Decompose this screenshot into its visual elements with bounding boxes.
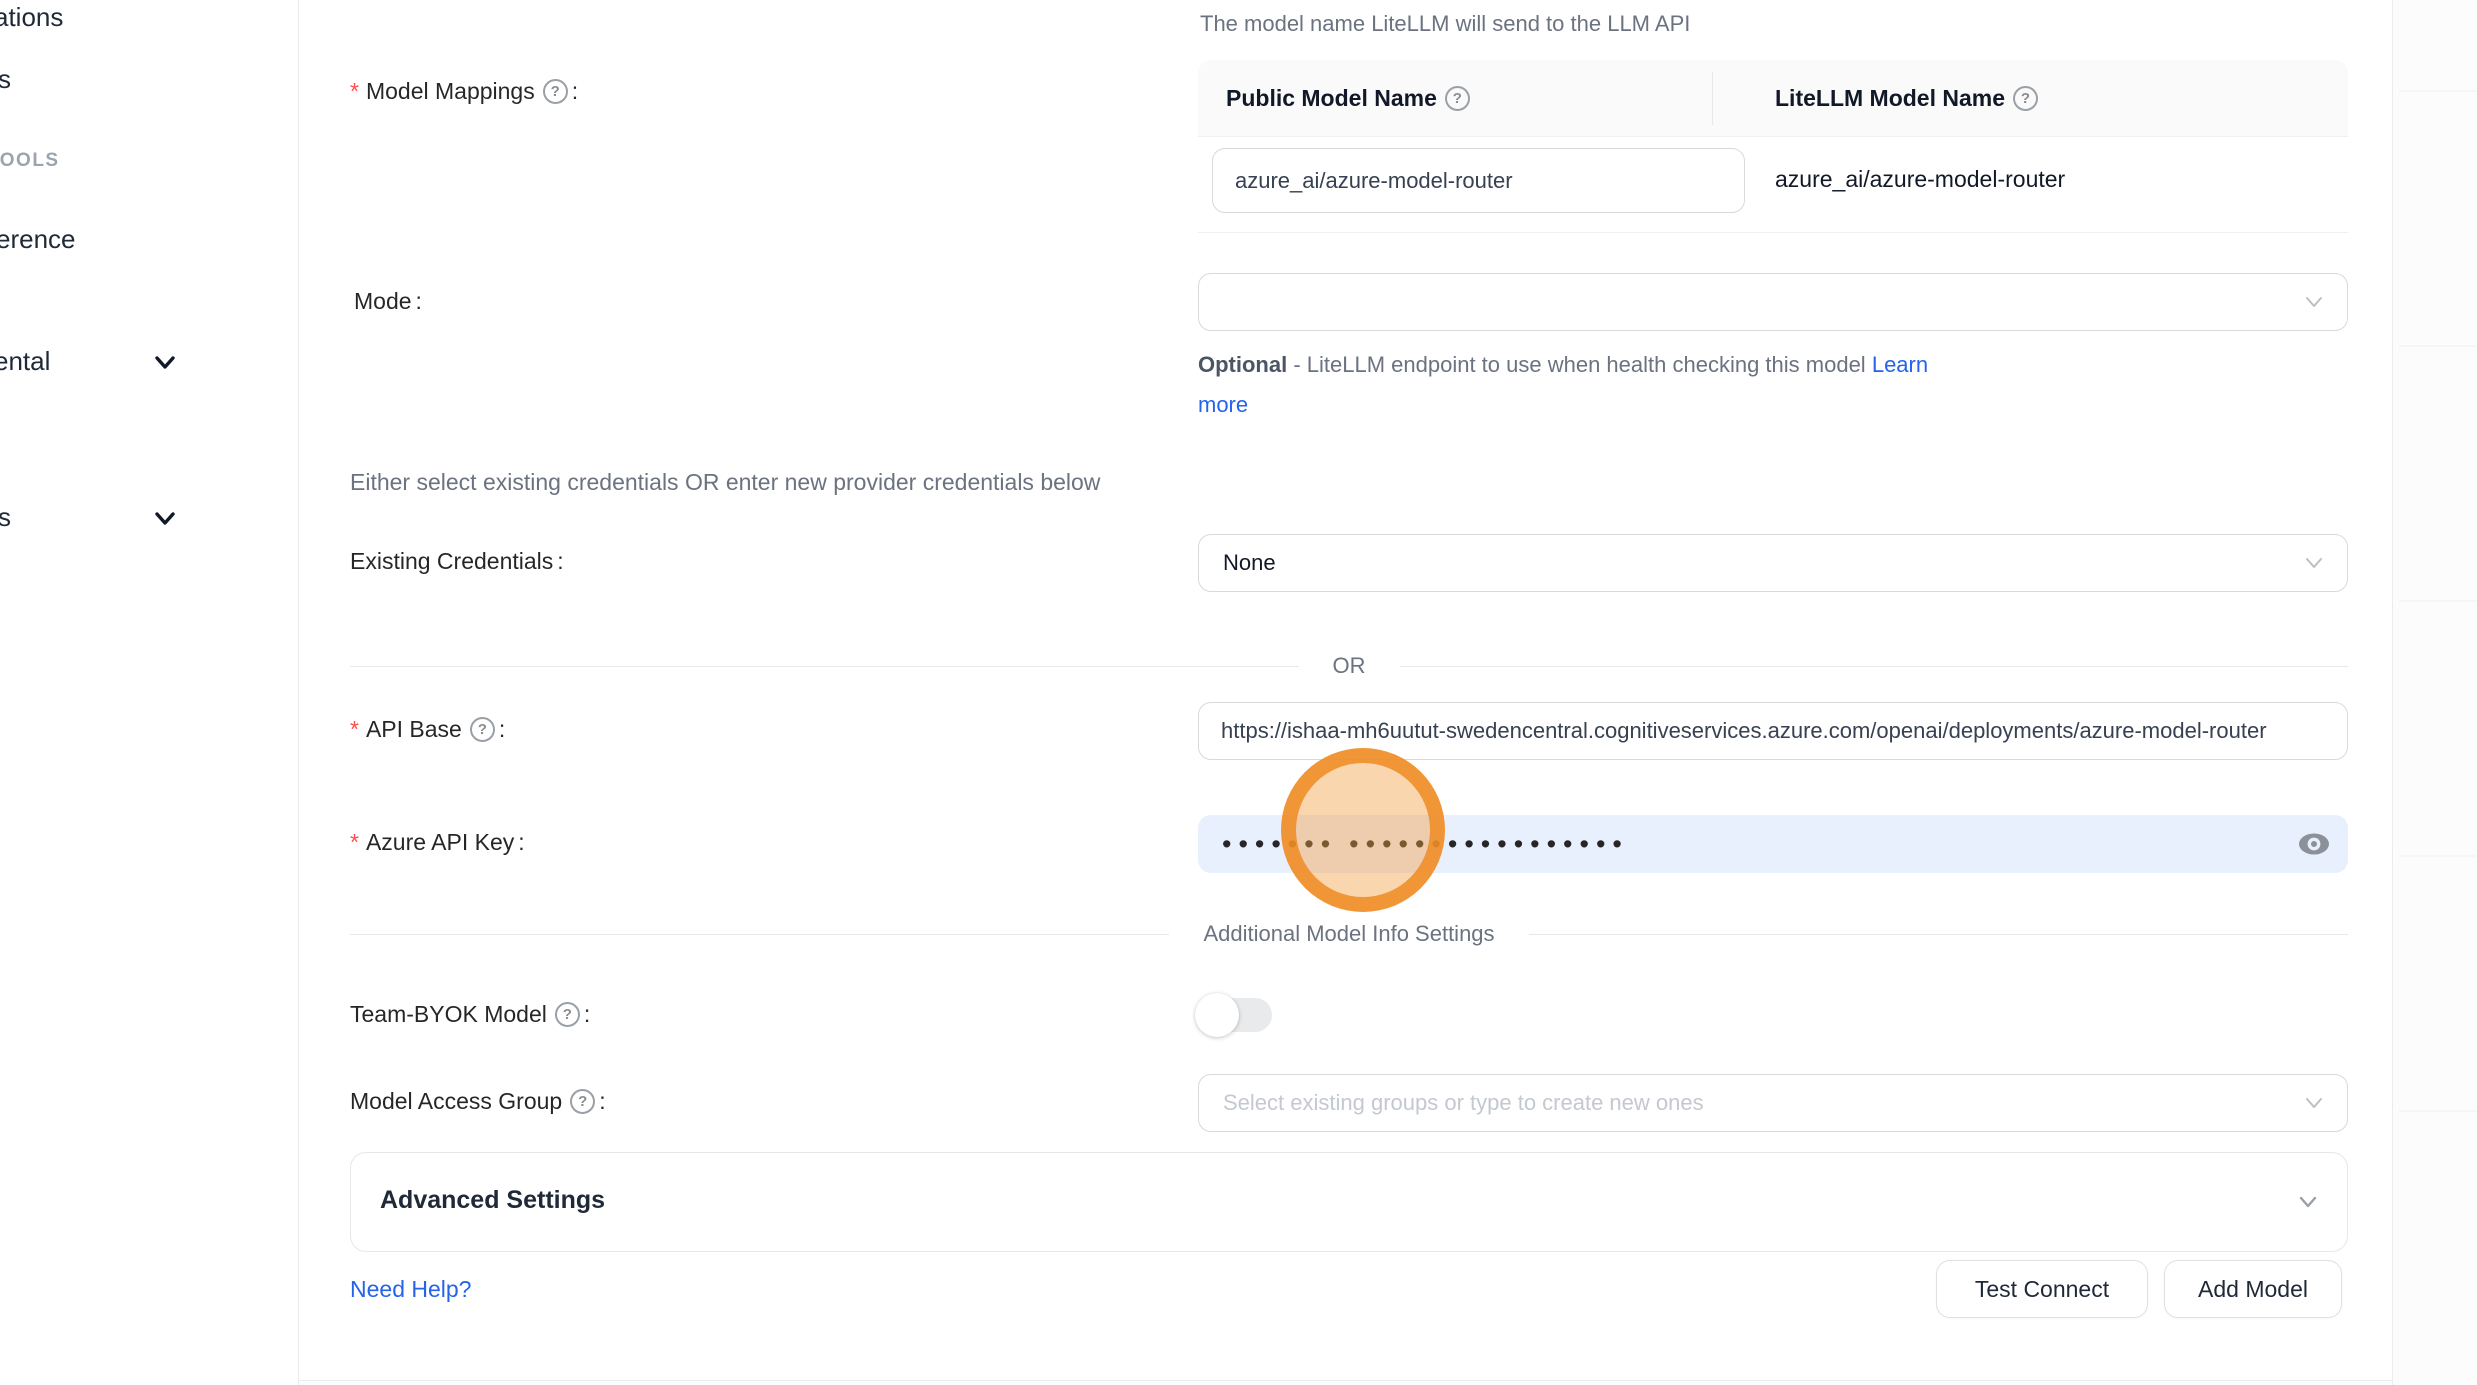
sidebar-item-truncated-2[interactable]: s (0, 64, 11, 95)
team-byok-toggle[interactable] (1198, 998, 1272, 1032)
learn-more-link[interactable]: more (1198, 392, 1248, 418)
model-mappings-table-header: Public Model Name ? LiteLLM Model Name ? (1198, 60, 2348, 137)
help-question-icon[interactable]: ? (555, 1002, 580, 1027)
chevron-down-icon[interactable] (152, 505, 178, 531)
test-connect-button[interactable]: Test Connect (1936, 1260, 2148, 1318)
page-background-strip (2392, 0, 2477, 1385)
required-mark: * (350, 78, 359, 105)
mode-helper-line1: Optional - LiteLLM endpoint to use when … (1198, 352, 1928, 378)
help-question-icon[interactable]: ? (570, 1089, 595, 1114)
chevron-down-icon (2303, 552, 2325, 574)
mode-select[interactable] (1198, 273, 2348, 331)
advanced-settings-panel[interactable] (350, 1152, 2348, 1252)
model-access-group-label: Model Access Group ? : (350, 1088, 606, 1115)
add-model-page: ations s TOOLS erence ental s The model … (0, 0, 2477, 1385)
model-access-group-placeholder: Select existing groups or type to create… (1199, 1090, 1728, 1116)
table-bottom-border (1198, 232, 2348, 233)
model-access-group-select[interactable]: Select existing groups or type to create… (1198, 1074, 2348, 1132)
api-base-label: * API Base ? : (350, 716, 505, 743)
additional-settings-divider-text: Additional Model Info Settings (1169, 921, 1528, 947)
litellm-model-name-header: LiteLLM Model Name ? (1775, 85, 2038, 112)
advanced-settings-title[interactable]: Advanced Settings (380, 1186, 605, 1215)
existing-credentials-select[interactable]: None (1198, 534, 2348, 592)
table-column-divider (1712, 72, 1713, 125)
model-name-helper-text: The model name LiteLLM will send to the … (1200, 11, 1690, 37)
sidebar-item-truncated-1[interactable]: ations (0, 2, 63, 33)
chevron-down-icon[interactable] (152, 349, 178, 375)
chevron-down-icon (2303, 1092, 2325, 1114)
eye-icon[interactable] (2296, 826, 2332, 862)
model-mappings-label: * Model Mappings ? : (350, 78, 578, 105)
help-question-icon[interactable]: ? (543, 79, 568, 104)
team-byok-label: Team-BYOK Model ? : (350, 1001, 590, 1028)
api-base-input[interactable]: https://ishaa-mh6uutut-swedencentral.cog… (1198, 702, 2348, 760)
azure-api-key-input[interactable]: ••••••• ••••••••••••••••• (1198, 815, 2348, 873)
help-question-icon[interactable]: ? (1445, 86, 1470, 111)
learn-more-link[interactable]: Learn (1872, 352, 1928, 377)
sidebar-section-tools: TOOLS (0, 150, 60, 172)
toggle-knob (1195, 993, 1239, 1037)
sidebar: ations s TOOLS erence ental s (0, 0, 299, 1385)
help-question-icon[interactable]: ? (470, 717, 495, 742)
sidebar-item-truncated-3[interactable]: erence (0, 224, 76, 255)
existing-credentials-label: Existing Credentials : (350, 548, 564, 575)
need-help-link[interactable]: Need Help? (350, 1276, 471, 1303)
or-divider: OR (350, 653, 2348, 679)
credentials-note: Either select existing credentials OR en… (350, 469, 1100, 496)
chevron-down-icon (2303, 291, 2325, 313)
mode-label: Mode : (354, 288, 422, 315)
sidebar-item-truncated-4[interactable]: ental (0, 346, 50, 377)
additional-settings-divider: Additional Model Info Settings (350, 921, 2348, 947)
required-mark: * (350, 716, 359, 743)
chevron-down-icon[interactable] (2296, 1190, 2320, 1214)
help-question-icon[interactable]: ? (2013, 86, 2038, 111)
add-model-button[interactable]: Add Model (2164, 1260, 2342, 1318)
or-divider-text: OR (1299, 653, 1400, 679)
public-model-name-header: Public Model Name ? (1226, 85, 1470, 112)
required-mark: * (350, 829, 359, 856)
public-model-name-input[interactable]: azure_ai/azure-model-router (1212, 148, 1745, 213)
litellm-model-name-value: azure_ai/azure-model-router (1775, 166, 2065, 193)
azure-api-key-label: * Azure API Key : (350, 829, 525, 856)
masked-password-dots: ••••••••••••••••• (1349, 831, 1629, 858)
masked-password-dots: ••••••• (1222, 831, 1337, 858)
sidebar-item-truncated-5[interactable]: s (0, 502, 11, 533)
